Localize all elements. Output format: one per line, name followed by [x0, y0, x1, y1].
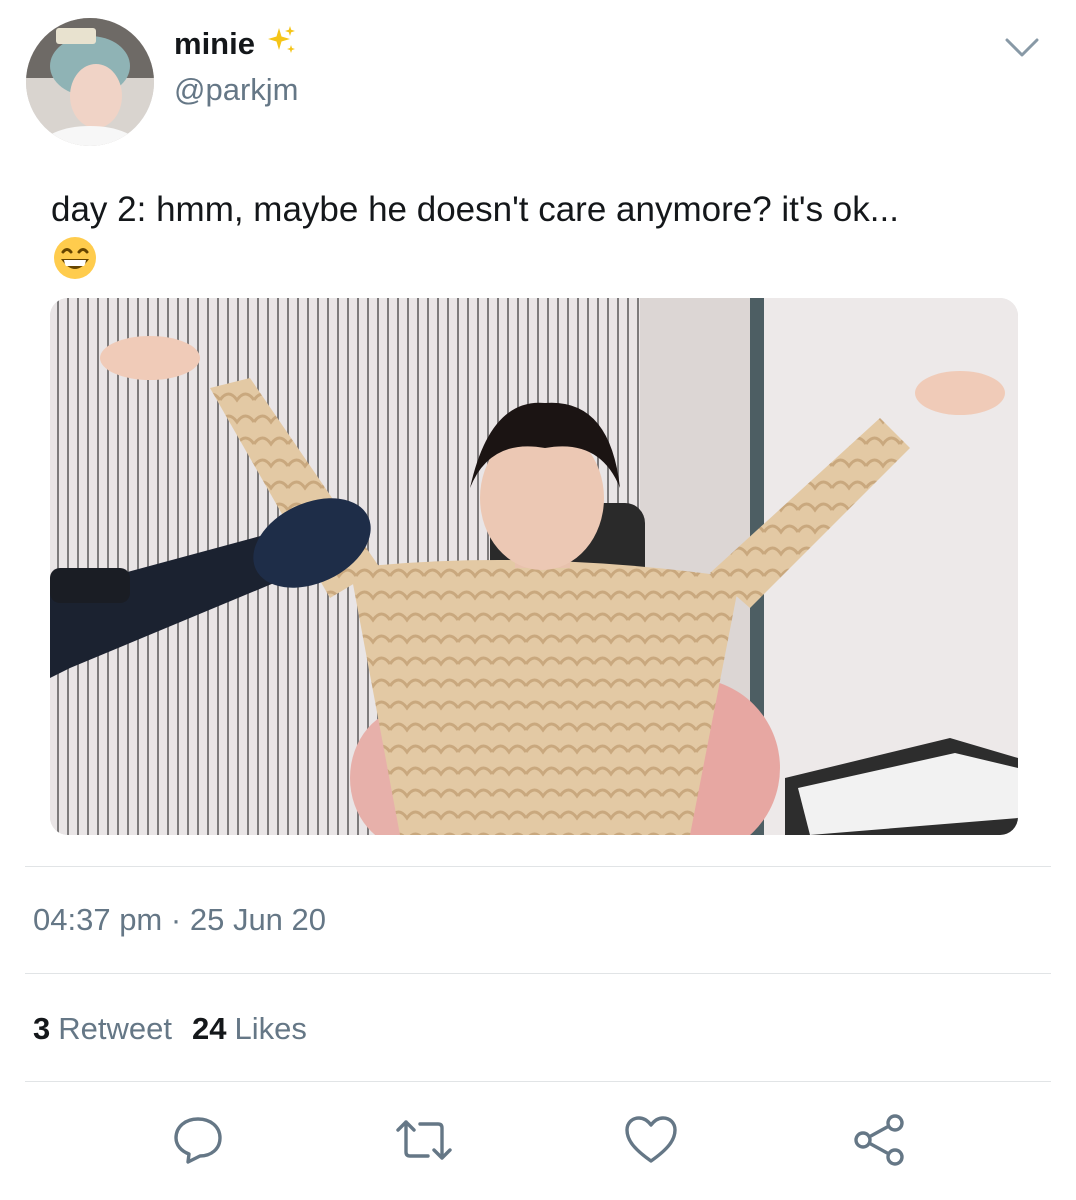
share-button[interactable] [849, 1112, 909, 1172]
display-name-text: minie [174, 26, 255, 61]
retweets-count: 3 [33, 1011, 51, 1046]
likes-stat[interactable]: 24 Likes [192, 1011, 307, 1047]
share-icon [851, 1113, 907, 1172]
retweet-icon [394, 1118, 454, 1167]
reply-button[interactable] [168, 1112, 228, 1172]
sparkles-icon [265, 24, 297, 64]
display-name[interactable]: minie [174, 24, 297, 64]
timestamp-date: 25 Jun 20 [189, 902, 327, 937]
chevron-down-icon [1004, 37, 1040, 64]
avatar-image [26, 18, 154, 146]
likes-count: 24 [191, 1011, 227, 1046]
tweet-text-content: day 2: hmm, maybe he doesn't care anymor… [51, 190, 899, 229]
timestamp-separator: · [170, 902, 182, 937]
likes-label: Likes [234, 1011, 307, 1046]
divider [25, 866, 1051, 867]
tweet-menu-button[interactable] [1000, 30, 1044, 70]
timestamp-time: 04:37 pm [33, 902, 163, 937]
retweets-label: Retweet [58, 1011, 172, 1046]
divider [25, 1081, 1051, 1082]
divider [25, 973, 1051, 974]
grinning-squinting-face-icon [51, 234, 99, 295]
tweet-timestamp[interactable]: 04:37 pm · 25 Jun 20 [33, 902, 326, 938]
retweets-stat[interactable]: 3 Retweet [33, 1011, 172, 1047]
photo [50, 298, 1018, 835]
user-handle[interactable]: @parkjm [174, 72, 298, 108]
tweet-stats: 3 Retweet 24 Likes [33, 1011, 307, 1047]
avatar[interactable] [26, 18, 154, 146]
like-icon [624, 1115, 678, 1170]
tweet-actions-bar [0, 1112, 1076, 1172]
like-button[interactable] [621, 1112, 681, 1172]
reply-icon [172, 1114, 224, 1171]
retweet-button[interactable] [394, 1112, 454, 1172]
tweet-text: day 2: hmm, maybe he doesn't care anymor… [51, 186, 1041, 295]
tweet-media-image[interactable] [50, 298, 1018, 835]
